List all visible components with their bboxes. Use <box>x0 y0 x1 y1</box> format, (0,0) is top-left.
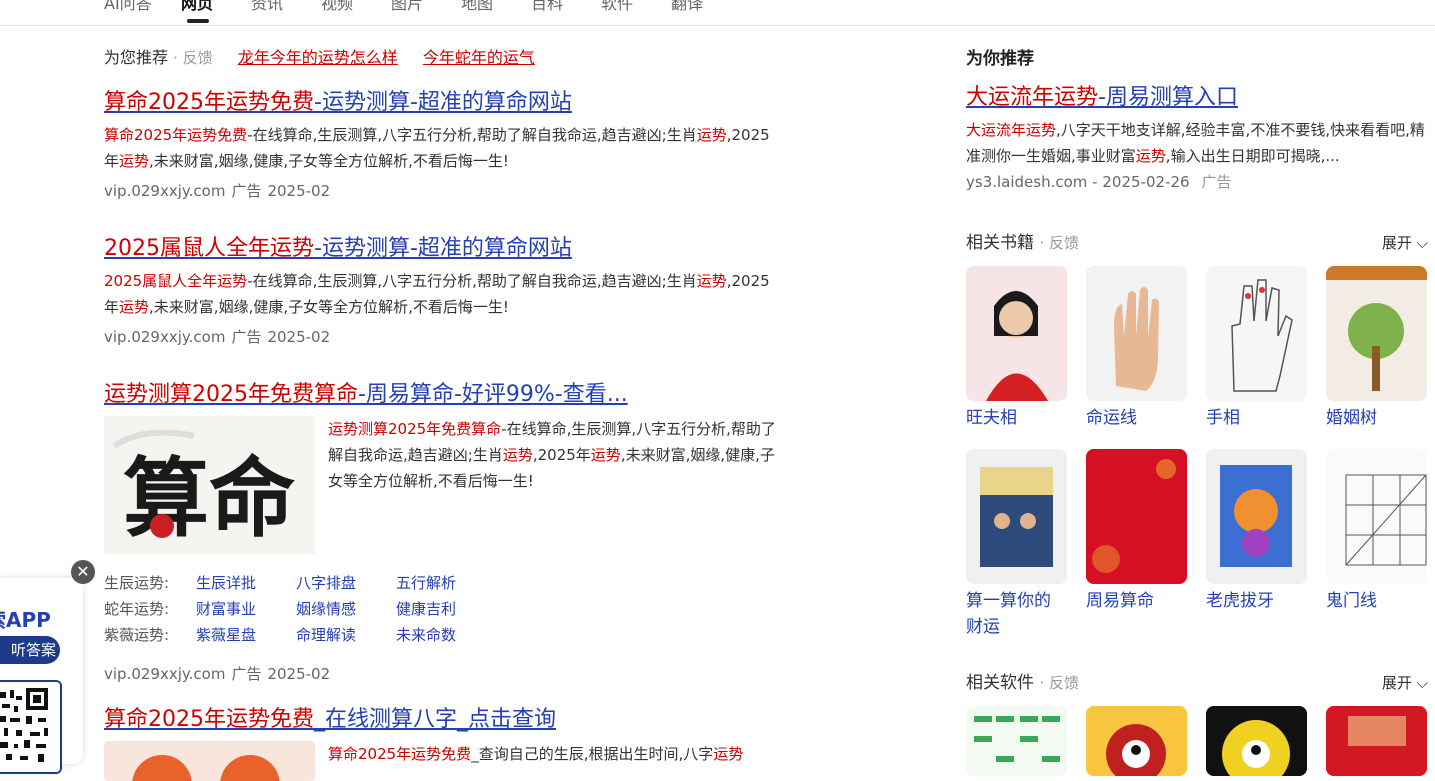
sublink[interactable]: 紫薇星盘 <box>196 624 296 646</box>
book-title[interactable]: 手相 <box>1206 405 1307 431</box>
right-recommend: 为你推荐 大运流年运势-周易测算入口 大运流年运势,八字天干地支详解,经验丰富,… <box>966 44 1428 192</box>
book-title[interactable]: 婚姻树 <box>1326 405 1427 431</box>
sublink-row-1: 生辰运势: 生辰详批 八字排盘 五行解析 <box>104 572 496 594</box>
tab-images[interactable]: 图片 <box>391 0 423 14</box>
app-title: 索APP <box>0 608 51 632</box>
recommend-bar: 为您推荐 · 反馈 龙年今年的运势怎么样 今年蛇年的运气 <box>104 46 535 70</box>
calligraphy-image-text: 算命 <box>123 448 295 549</box>
sublink[interactable]: 未来命数 <box>396 624 496 646</box>
book-cover <box>966 449 1067 584</box>
recommend-label: 为您推荐 <box>104 48 169 67</box>
book-cover <box>1206 266 1307 401</box>
book-cover <box>1086 449 1187 584</box>
result-title-link[interactable]: 2025属鼠人全年运势-运势测算-超准的算命网站 <box>104 234 774 264</box>
expand-button[interactable]: 展开 ⌵ <box>1382 672 1428 693</box>
software-icon[interactable] <box>1206 706 1307 776</box>
software-icon[interactable] <box>1326 706 1427 776</box>
book-card[interactable]: 命运线 <box>1086 266 1187 431</box>
active-tab-indicator <box>187 19 209 23</box>
right-ad-description: 大运流年运势,八字天干地支详解,经验丰富,不准不要钱,快来看看吧,精准测你一生婚… <box>966 121 1425 165</box>
top-nav-tabs: AI问答 网页 资讯 视频 图片 地图 百科 软件 翻译 <box>0 0 1435 26</box>
search-result-2: 2025属鼠人全年运势-运势测算-超准的算命网站 2025属鼠人全年运势-在线算… <box>104 234 774 348</box>
book-card[interactable]: 婚姻树 <box>1326 266 1427 431</box>
result-source: vip.029xxjy.com 广告 2025-02 <box>104 665 331 683</box>
book-card[interactable]: 旺夫相 <box>966 266 1067 431</box>
result-title-link[interactable]: 算命2025年运势免费-运势测算-超准的算命网站 <box>104 88 774 118</box>
sublink[interactable]: 命理解读 <box>296 624 396 646</box>
software-icon[interactable] <box>1086 706 1187 776</box>
search-result-4: 算命2025年运势免费_在线测算八字_点击查询 算命2025年运势免费_查询自己… <box>104 705 774 781</box>
book-cover <box>966 266 1067 401</box>
related-software-title: 相关软件 · 反馈 <box>966 673 1079 693</box>
book-title[interactable]: 旺夫相 <box>966 405 1067 431</box>
qr-code <box>0 680 62 774</box>
listen-answer-button[interactable]: 听答案 <box>0 636 60 664</box>
related-books-title: 相关书籍 · 反馈 <box>966 233 1079 253</box>
book-cover <box>1086 266 1187 401</box>
sublink[interactable]: 健康吉利 <box>396 598 496 620</box>
book-title[interactable]: 算一算你的财运 <box>966 588 1067 640</box>
tab-ai[interactable]: AI问答 <box>104 0 152 14</box>
right-ad-source: ys3.laidesh.com - 2025-02-26 广告 <box>966 173 1232 191</box>
close-icon[interactable]: ✕ <box>71 560 95 584</box>
result-thumbnail[interactable]: 算命 <box>104 416 315 554</box>
sublink[interactable]: 五行解析 <box>396 572 496 594</box>
book-cover <box>1326 449 1427 584</box>
sublink[interactable]: 生辰详批 <box>196 572 296 594</box>
related-books: 相关书籍 · 反馈 展开 ⌵ 旺夫相 命运线 手相 婚姻树 算一算你的财运 周易… <box>966 228 1428 658</box>
sublink[interactable]: 姻缘情感 <box>296 598 396 620</box>
result-thumbnail[interactable] <box>104 741 315 781</box>
book-cover <box>1206 449 1307 584</box>
book-card[interactable]: 算一算你的财运 <box>966 449 1067 640</box>
book-card[interactable]: 手相 <box>1206 266 1307 431</box>
book-card[interactable]: 老虎拔牙 <box>1206 449 1307 614</box>
recommend-link-1[interactable]: 龙年今年的运势怎么样 <box>238 48 398 67</box>
tab-map[interactable]: 地图 <box>461 0 493 14</box>
tab-baike[interactable]: 百科 <box>531 0 563 14</box>
result-description: 2025属鼠人全年运势-在线算命,生辰测算,八字五行分析,帮助了解自我命运,趋吉… <box>104 272 770 316</box>
chevron-down-icon: ⌵ <box>1416 234 1428 252</box>
result-title-link[interactable]: 运势测算2025年免费算命-周易算命-好评99%-查看... <box>104 380 774 410</box>
expand-button[interactable]: 展开 ⌵ <box>1382 232 1428 253</box>
right-ad-title-link[interactable]: 大运流年运势-周易测算入口 <box>966 79 1428 111</box>
software-icon[interactable] <box>966 706 1067 776</box>
recommend-feedback[interactable]: · 反馈 <box>173 49 213 67</box>
right-recommend-heading: 为你推荐 <box>966 49 1034 69</box>
search-result-3: 运势测算2025年免费算命-周易算命-好评99%-查看... 算命 运势测算20… <box>104 380 776 690</box>
book-title[interactable]: 鬼门线 <box>1326 588 1427 614</box>
tab-software[interactable]: 软件 <box>601 0 633 14</box>
tab-video[interactable]: 视频 <box>321 0 353 14</box>
result-description: 运势测算2025年免费算命-在线算命,生辰测算,八字五行分析,帮助了解自我命运,… <box>328 420 776 490</box>
tab-translate[interactable]: 翻译 <box>671 0 703 14</box>
tab-web[interactable]: 网页 <box>181 0 213 14</box>
result-title-link[interactable]: 算命2025年运势免费_在线测算八字_点击查询 <box>104 705 774 735</box>
book-card[interactable]: 周易算命 <box>1086 449 1187 614</box>
result-source: vip.029xxjy.com 广告 2025-02 <box>104 182 331 200</box>
search-result-1: 算命2025年运势免费-运势测算-超准的算命网站 算命2025年运势免费-在线算… <box>104 88 774 202</box>
book-title[interactable]: 老虎拔牙 <box>1206 588 1307 614</box>
result-source: vip.029xxjy.com 广告 2025-02 <box>104 328 331 346</box>
sublink[interactable]: 八字排盘 <box>296 572 396 594</box>
result-description: 算命2025年运势免费-在线算命,生辰测算,八字五行分析,帮助了解自我命运,趋吉… <box>104 126 770 170</box>
sublink[interactable]: 财富事业 <box>196 598 296 620</box>
book-cover <box>1326 266 1427 401</box>
tab-news[interactable]: 资讯 <box>251 0 283 14</box>
sublink-row-2: 蛇年运势: 财富事业 姻缘情感 健康吉利 <box>104 598 496 620</box>
chevron-down-icon: ⌵ <box>1416 674 1428 692</box>
book-title[interactable]: 周易算命 <box>1086 588 1187 614</box>
app-download-panel[interactable]: 索APP 听答案 <box>0 578 83 774</box>
book-card[interactable]: 鬼门线 <box>1326 449 1427 614</box>
recommend-link-2[interactable]: 今年蛇年的运气 <box>423 48 535 67</box>
book-title[interactable]: 命运线 <box>1086 405 1187 431</box>
result-description: 算命2025年运势免费_查询自己的生辰,根据出生时间,八字运势 <box>328 745 744 763</box>
sublink-row-3: 紫薇运势: 紫薇星盘 命理解读 未来命数 <box>104 624 496 646</box>
